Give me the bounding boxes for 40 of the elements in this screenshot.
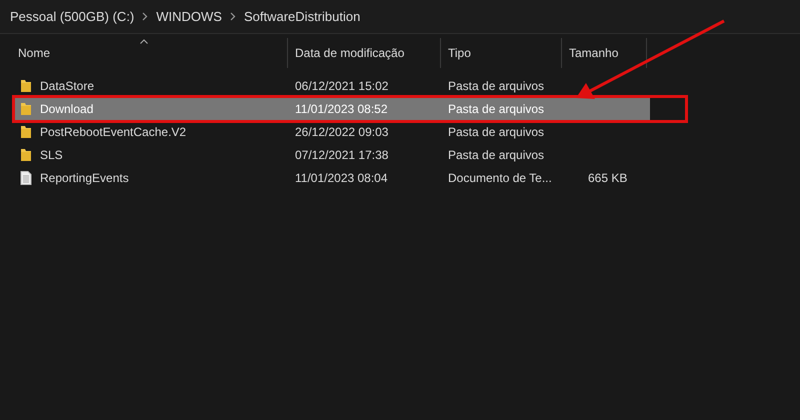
column-label: Nome <box>18 45 50 62</box>
table-cell-text: 26/12/2022 09:03 <box>295 124 388 140</box>
document-icon <box>20 170 32 184</box>
table-cell-text: Pasta de arquivos <box>448 78 544 94</box>
chevron-icon <box>142 12 148 21</box>
sort-caret-icon <box>140 39 148 44</box>
file-row[interactable]: SLS 07/12/2021 17:38 Pasta de arquivos <box>14 143 650 166</box>
folder-icon <box>20 102 32 116</box>
table-cell-text: 665 KB <box>588 170 628 186</box>
table-cell-text: Pasta de arquivos <box>448 146 544 164</box>
table-cell-text: Documento de Te... <box>448 170 552 186</box>
column-label: Tipo <box>448 45 471 62</box>
table-cell-text: 07/12/2021 17:38 <box>295 146 388 164</box>
table-cell-text: 11/01/2023 08:04 <box>295 170 388 186</box>
column-label: Tamanho <box>569 45 618 62</box>
folder-icon <box>20 124 32 138</box>
table-cell-text: ReportingEvents <box>40 170 129 186</box>
column-header[interactable]: Data de modificação <box>288 36 441 70</box>
column-header[interactable]: Tipo <box>441 36 562 70</box>
breadcrumb-item[interactable]: Pessoal (500GB) (C:) <box>8 6 136 26</box>
file-row[interactable]: DataStore 06/12/2021 15:02 Pasta de arquivos <box>14 74 650 97</box>
folder-icon <box>20 148 32 162</box>
table-cell-text: Download <box>40 100 94 118</box>
table-cell-text: Pasta de arquivos <box>448 124 544 140</box>
column-header[interactable]: Tamanho <box>562 36 647 70</box>
file-row[interactable]: Download 11/01/2023 08:52 Pasta de arquivos <box>14 97 650 120</box>
folder-icon <box>20 78 32 92</box>
breadcrumb-item[interactable]: SoftwareDistribution <box>242 6 362 26</box>
table-cell-text: 11/01/2023 08:52 <box>295 100 388 118</box>
breadcrumb-item[interactable]: WINDOWS <box>154 6 224 26</box>
file-row[interactable]: PostRebootEventCache.V2 26/12/2022 09:03 Pasta de arquivos <box>14 120 650 143</box>
table-cell-text: SLS <box>40 146 63 164</box>
column-header[interactable]: Nome <box>0 36 288 70</box>
table-cell-text: 06/12/2021 15:02 <box>295 78 388 94</box>
file-row[interactable]: ReportingEvents 11/01/2023 08:04 Documento de Te... 665 KB <box>14 166 650 189</box>
table-cell-text: DataStore <box>40 78 94 94</box>
table-cell-text: PostRebootEventCache.V2 <box>40 124 186 140</box>
chevron-icon <box>230 12 236 21</box>
table-cell-text: Pasta de arquivos <box>448 100 544 118</box>
column-label: Data de modificação <box>295 45 404 62</box>
